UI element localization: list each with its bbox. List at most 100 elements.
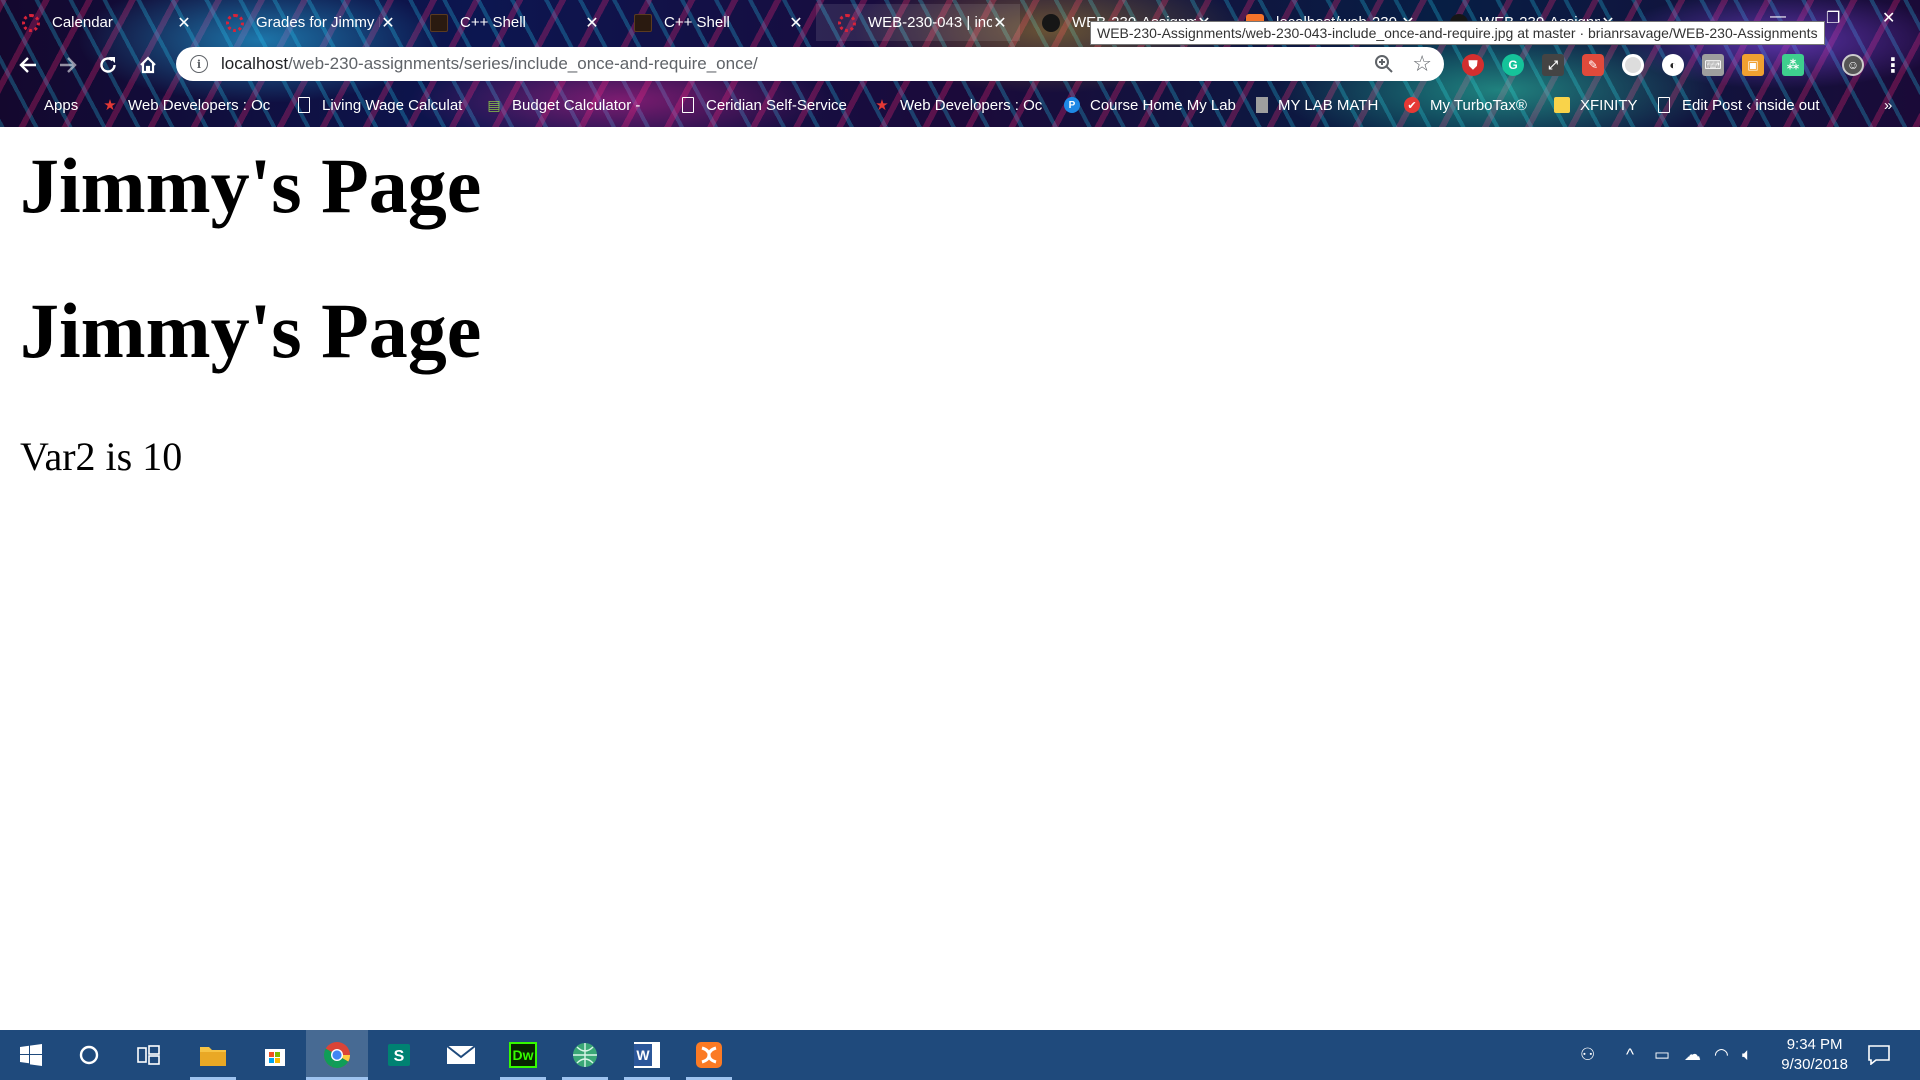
wifi-icon[interactable]: ◠ (1714, 1045, 1729, 1065)
record-extension-icon[interactable] (1622, 54, 1644, 76)
taskbar-xampp[interactable] (678, 1030, 740, 1080)
volume-icon[interactable]: 🔈︎ (1742, 1045, 1752, 1065)
bookmark-living-wage[interactable]: Living Wage Calculat (296, 94, 464, 116)
taskbar-mail[interactable] (430, 1030, 492, 1080)
cortana-search-button[interactable] (58, 1030, 120, 1080)
snip-extension-icon[interactable]: ✎ (1582, 54, 1604, 76)
tab-calendar[interactable]: Calendar ✕ (0, 4, 204, 41)
word-icon: W (634, 1042, 660, 1068)
honey-extension-icon[interactable]: ▣ (1742, 54, 1764, 76)
close-icon[interactable]: ✕ (380, 13, 396, 33)
file-explorer-icon (200, 1047, 226, 1066)
cortana-search-icon (79, 1045, 99, 1065)
ring-logo-icon (226, 13, 244, 32)
bookmark-ceridian[interactable]: Ceridian Self-Service (680, 94, 848, 116)
bookmarks-bar: Apps ★ Web Developers : Oc Living Wage C… (0, 91, 1920, 119)
tab-title: C++ Shell (460, 14, 526, 31)
folder-icon (1554, 97, 1570, 113)
page-heading-1: Jimmy's Page (20, 142, 482, 229)
show-hidden-icons-chevron-icon[interactable]: ^ (1626, 1045, 1634, 1065)
task-view-button[interactable] (118, 1030, 180, 1080)
tab-title: Calendar (52, 14, 113, 31)
bookmark-label: Web Developers : Oc (900, 96, 1043, 114)
back-icon[interactable] (12, 49, 44, 81)
restore-icon[interactable]: ❐ (1826, 8, 1840, 28)
bookmark-label: Ceridian Self-Service (706, 96, 847, 114)
ring-logo-icon (22, 13, 40, 32)
red-star-icon: ★ (103, 97, 117, 114)
taskbar-clock[interactable]: 9:34 PM 9/30/2018 (1781, 1035, 1848, 1075)
turbotax-check-icon: ✔ (1404, 97, 1420, 113)
extension-shield-icon[interactable]: ⛊ (1462, 54, 1484, 76)
book-icon (1256, 97, 1268, 113)
menu-kebab-icon[interactable]: ⋮ (1882, 54, 1904, 77)
close-icon[interactable]: ✕ (176, 13, 192, 33)
page-icon (680, 97, 696, 113)
tab-cpp-shell-2[interactable]: C++ Shell ✕ (612, 4, 816, 41)
address-bar[interactable]: i localhost/web-230-assignments/series/i… (176, 47, 1444, 81)
bookmark-xfinity[interactable]: XFINITY (1554, 94, 1638, 116)
window-close-icon[interactable]: ✕ (1882, 8, 1895, 28)
taskbar-globe-app[interactable] (554, 1030, 616, 1080)
bookmark-my-lab-math[interactable]: MY LAB MATH (1256, 94, 1378, 116)
keyboard-extension-icon[interactable]: ⌨ (1702, 54, 1724, 76)
battery-icon[interactable]: ▭ (1654, 1045, 1670, 1065)
taskbar-microsoft-store[interactable] (244, 1030, 306, 1080)
onedrive-cloud-icon[interactable]: ☁ (1684, 1045, 1701, 1065)
zoom-icon[interactable] (1374, 54, 1394, 74)
bookmark-course-home[interactable]: P Course Home My Lab (1064, 94, 1236, 116)
mail-icon (446, 1045, 476, 1064)
link-tooltip: WEB-230-Assignments/web-230-043-include_… (1090, 21, 1825, 45)
close-icon[interactable]: ✕ (992, 13, 1008, 33)
close-icon[interactable]: ✕ (788, 13, 804, 33)
close-icon[interactable]: ✕ (584, 13, 600, 33)
browser-chrome: Calendar ✕ Grades for Jimmy I ✕ C++ Shel… (0, 0, 1920, 127)
bookmark-label: Course Home My Lab (1090, 96, 1236, 114)
bookmark-web-developers-2[interactable]: ★ Web Developers : Oc (874, 94, 1044, 116)
tab-cpp-shell-1[interactable]: C++ Shell ✕ (408, 4, 612, 41)
page-icon (296, 97, 312, 113)
grammarly-icon[interactable]: G (1502, 54, 1524, 76)
action-center-icon[interactable] (1868, 1045, 1890, 1070)
microsoft-store-icon (265, 1049, 285, 1066)
url-text[interactable]: localhost/web-230-assignments/series/inc… (221, 54, 758, 74)
cpp-shell-icon (634, 13, 652, 32)
taskbar-word[interactable]: W (616, 1030, 678, 1080)
taskbar-file-explorer[interactable] (182, 1030, 244, 1080)
cpp-shell-icon (430, 13, 448, 32)
bookmark-star-icon[interactable]: ☆ (1412, 51, 1432, 77)
taskbar-chrome[interactable] (306, 1030, 368, 1080)
people-icon[interactable]: ⚇ (1580, 1045, 1595, 1065)
profile-avatar-icon[interactable]: ☺ (1842, 54, 1864, 76)
url-path: /web-230-assignments/series/include_once… (288, 54, 758, 73)
bookmark-apps[interactable]: Apps (18, 94, 78, 116)
word-letter: W (634, 1044, 652, 1066)
taskbar-dreamweaver[interactable]: Dw (492, 1030, 554, 1080)
clock-time: 9:34 PM (1786, 1036, 1843, 1053)
tab-web-230-043[interactable]: WEB-230-043 | inc ✕ (816, 4, 1020, 41)
start-button[interactable] (0, 1030, 62, 1080)
taskbar-sway[interactable]: S (368, 1030, 430, 1080)
green-extension-icon[interactable]: ⁂ (1782, 54, 1804, 76)
github-icon (1042, 13, 1060, 32)
browser-toolbar: i localhost/web-230-assignments/series/i… (0, 45, 1920, 85)
bookmark-edit-post[interactable]: Edit Post ‹ inside out (1656, 94, 1824, 116)
apps-grid-icon (18, 97, 34, 113)
tab-grades[interactable]: Grades for Jimmy I ✕ (204, 4, 408, 41)
task-view-icon (137, 1045, 160, 1065)
circle-extension-icon[interactable]: ◐ (1662, 54, 1684, 76)
forward-icon[interactable] (52, 49, 84, 81)
bookmark-turbotax[interactable]: ✔ My TurboTax® (1404, 94, 1527, 116)
sway-icon: S (388, 1044, 410, 1066)
site-info-icon[interactable]: i (190, 55, 208, 73)
bookmarks-overflow-button[interactable]: » (1884, 94, 1892, 116)
reload-icon[interactable] (92, 49, 124, 81)
tab-title: C++ Shell (664, 14, 730, 31)
bookmark-label: XFINITY (1580, 96, 1638, 114)
ring-logo-icon (838, 13, 856, 32)
windows-taskbar: S Dw W ⚇ ^ ▭ ☁ ◠ 🔈︎ 9:34 PM 9/30/2018 (0, 1030, 1920, 1080)
pdf-extension-icon[interactable]: ⤢ (1542, 54, 1564, 76)
bookmark-budget-calculator[interactable]: ▤ Budget Calculator - (486, 94, 656, 116)
home-icon[interactable] (132, 49, 164, 81)
bookmark-web-developers-1[interactable]: ★ Web Developers : Oc (102, 94, 272, 116)
